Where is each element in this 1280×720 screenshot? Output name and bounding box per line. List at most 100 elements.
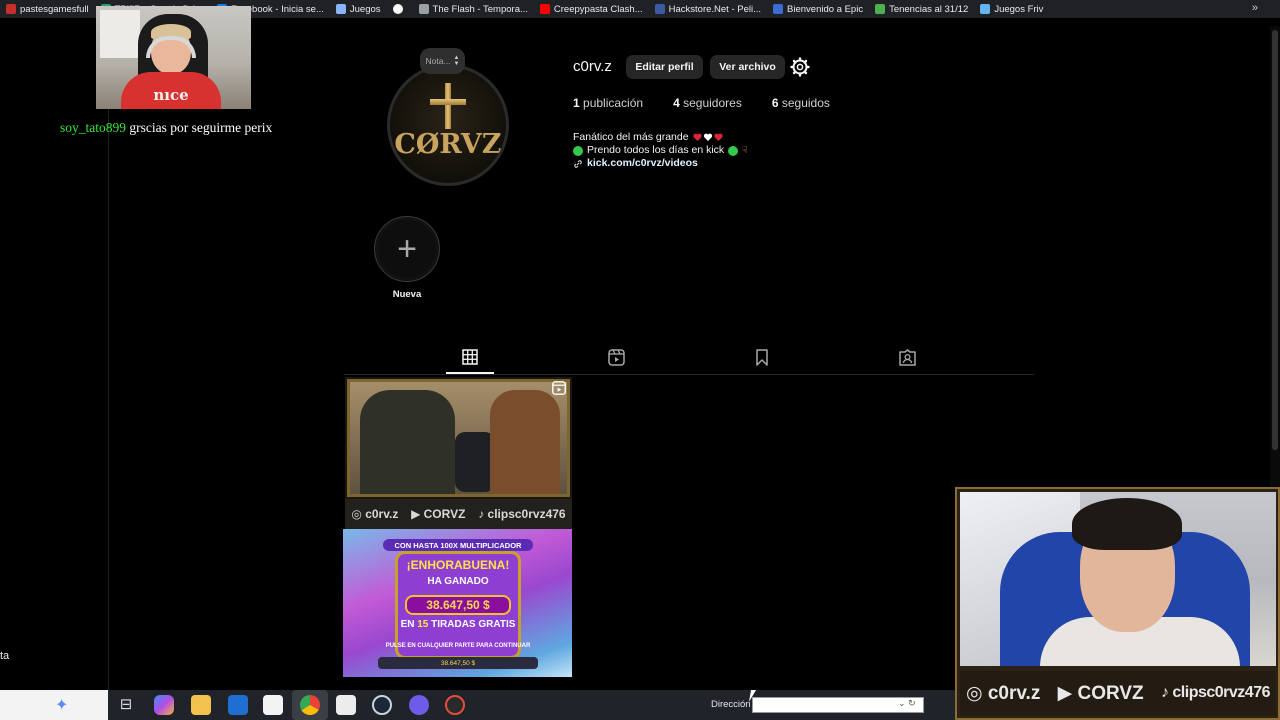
new-highlight-button[interactable]: + <box>374 216 440 282</box>
outlook-icon[interactable] <box>228 695 248 715</box>
stat-posts: 1 publicación <box>573 96 643 110</box>
bookmark-label: Tenencias al 31/12 <box>889 3 969 15</box>
stat-followers-count: 4 <box>673 96 680 110</box>
webcam-hair <box>1072 498 1182 550</box>
discord-icon[interactable] <box>409 695 429 715</box>
link-icon <box>574 159 582 168</box>
tab-posts[interactable] <box>458 346 482 368</box>
stat-posts-label: publicación <box>583 96 644 110</box>
tiktok-text: clipsc0rvz476 <box>1172 684 1270 701</box>
tab-tagged[interactable] <box>895 346 919 368</box>
task-view-icon[interactable]: ⊟ <box>116 695 136 715</box>
store-icon[interactable] <box>263 695 283 715</box>
bookmark-label: Bienvenido a Epic <box>787 3 864 15</box>
edit-profile-button[interactable]: Editar perfil <box>626 55 703 79</box>
chrome-icon[interactable] <box>300 695 320 715</box>
webcam-social-bar: ◎ c0rv.z ▶ CORVZ ♪ clipsc0rvz476 <box>960 671 1276 715</box>
bookmark-icon <box>756 348 768 366</box>
note-arrows-icon: ▲ ▼ <box>453 55 460 67</box>
note-bubble[interactable]: Nota... ▲ ▼ <box>420 48 465 74</box>
bookmark-favicon-icon <box>6 4 16 14</box>
stat-followers[interactable]: 4 seguidores <box>673 96 742 110</box>
refresh-icon[interactable]: ↻ <box>908 698 916 708</box>
instagram-handle: ◎ c0rv.z <box>351 507 399 521</box>
chat-username: soy_tato899 <box>60 120 126 135</box>
settings-gear-icon[interactable] <box>790 57 810 77</box>
webcam-shirt: nıce <box>121 72 221 109</box>
hearts-icon <box>692 133 723 141</box>
green-circle-icon <box>573 145 583 156</box>
profile-stats: 1 publicación 4 seguidores 6 seguidos <box>573 96 830 110</box>
bookmark-item[interactable]: Creepypasta Clash... <box>534 0 649 18</box>
bookmark-item[interactable]: Juegos <box>330 0 387 18</box>
bio-line-3: kick.com/c0rvz/videos <box>573 157 748 170</box>
bookmark-item[interactable] <box>387 0 413 18</box>
post-thumbnail-reel[interactable]: ◎ c0rv.z ▶ CORVZ ♪ clipsc0rvz476 <box>345 377 572 529</box>
bookmark-item[interactable]: pastesgamesfull <box>0 0 95 18</box>
bookmark-label: Hackstore.Net - Peli... <box>668 3 762 15</box>
bookmark-favicon-icon <box>392 4 403 14</box>
stat-following[interactable]: 6 seguidos <box>772 96 830 110</box>
tiktok-text: clipsc0rvz476 <box>487 507 566 521</box>
bookmarks-overflow-icon[interactable]: » <box>1252 2 1258 14</box>
tabs-divider <box>344 374 1034 375</box>
bookmark-item[interactable]: The Flash - Tempora... <box>413 0 534 18</box>
green-circle-icon <box>728 145 739 156</box>
youtube-text: CORVZ <box>423 507 466 521</box>
streamer-webcam-small: nıce <box>96 6 251 109</box>
tab-reels[interactable] <box>604 346 628 368</box>
post2-spins-suffix: TIRADAS GRATIS <box>431 619 516 630</box>
youtube-handle: ▶ CORVZ <box>411 507 466 521</box>
post2-title: ¡ENHORABUENA! <box>406 558 510 572</box>
instagram-text: c0rv.z <box>987 682 1041 704</box>
bookmark-item[interactable]: Hackstore.Net - Peli... <box>649 0 767 18</box>
bookmark-favicon-icon <box>539 4 550 14</box>
bookmark-favicon-icon <box>418 4 429 14</box>
left-edge-text: ta <box>0 650 10 662</box>
bookmark-favicon-icon <box>654 4 665 14</box>
post2-footer: 38.647,50 $ <box>378 657 538 669</box>
stat-posts-count: 1 <box>573 96 580 110</box>
webcam-window <box>100 10 140 58</box>
file-explorer-icon[interactable] <box>191 695 211 715</box>
steam-icon[interactable] <box>372 695 392 715</box>
stat-followers-label: seguidores <box>683 96 742 110</box>
profile-username: c0rv.z <box>573 58 612 75</box>
tiktok-handle: ♪ clipsc0rvz476 <box>1160 684 1271 701</box>
bio-link[interactable]: kick.com/c0rvz/videos <box>587 157 698 170</box>
copilot-icon[interactable] <box>154 695 174 715</box>
obs-icon[interactable] <box>445 695 465 715</box>
stat-following-label: seguidos <box>781 96 830 110</box>
bookmark-favicon-icon <box>875 4 886 14</box>
bookmark-label: pastesgamesfull <box>20 3 89 15</box>
chevron-down-icon[interactable]: ⌄ <box>898 698 906 708</box>
plus-icon: + <box>378 220 436 278</box>
view-archive-button[interactable]: Ver archivo <box>710 55 785 79</box>
bookmark-label: Creepypasta Clash... <box>553 3 643 15</box>
new-highlight-label: Nueva <box>392 289 422 300</box>
chat-divider <box>108 108 109 690</box>
post-thumbnail-casino[interactable]: CON HASTA 100X MULTIPLICADOR ¡ENHORABUEN… <box>343 529 572 677</box>
bio-line-1: Fanático del más grande <box>573 131 748 144</box>
bookmark-label: Juegos <box>349 3 381 15</box>
video-chair <box>455 432 495 492</box>
capcut-icon[interactable] <box>336 695 356 715</box>
screen: pastesgamesfullTBifIR - Google DriveFace… <box>0 0 1280 720</box>
scrollbar-thumb[interactable] <box>1272 30 1278 450</box>
post2-subtitle: HA GANADO <box>427 576 489 587</box>
taskbar-search[interactable]: ✦ <box>0 690 108 720</box>
youtube-handle: ▶ CORVZ <box>1057 682 1144 704</box>
avatar-image: CØRVZ <box>390 67 506 183</box>
bookmark-item[interactable]: Tenencias al 31/12 <box>869 0 974 18</box>
tab-saved[interactable] <box>750 346 774 368</box>
bookmark-item[interactable]: Juegos Friv <box>974 0 1049 18</box>
pointing-hand-icon: ☟ <box>742 145 748 155</box>
bookmark-item[interactable]: Bienvenido a Epic <box>767 0 869 18</box>
profile-avatar[interactable]: CØRVZ <box>387 64 509 186</box>
bio-text-2: Prendo todos los días en kick <box>587 144 725 156</box>
instagram-text: c0rv.z <box>365 507 399 521</box>
stat-following-count: 6 <box>771 96 779 110</box>
bookmark-favicon-icon <box>335 4 346 14</box>
address-buttons[interactable]: ⌄ ↻ <box>898 698 916 709</box>
cross-icon-bar <box>430 99 466 105</box>
